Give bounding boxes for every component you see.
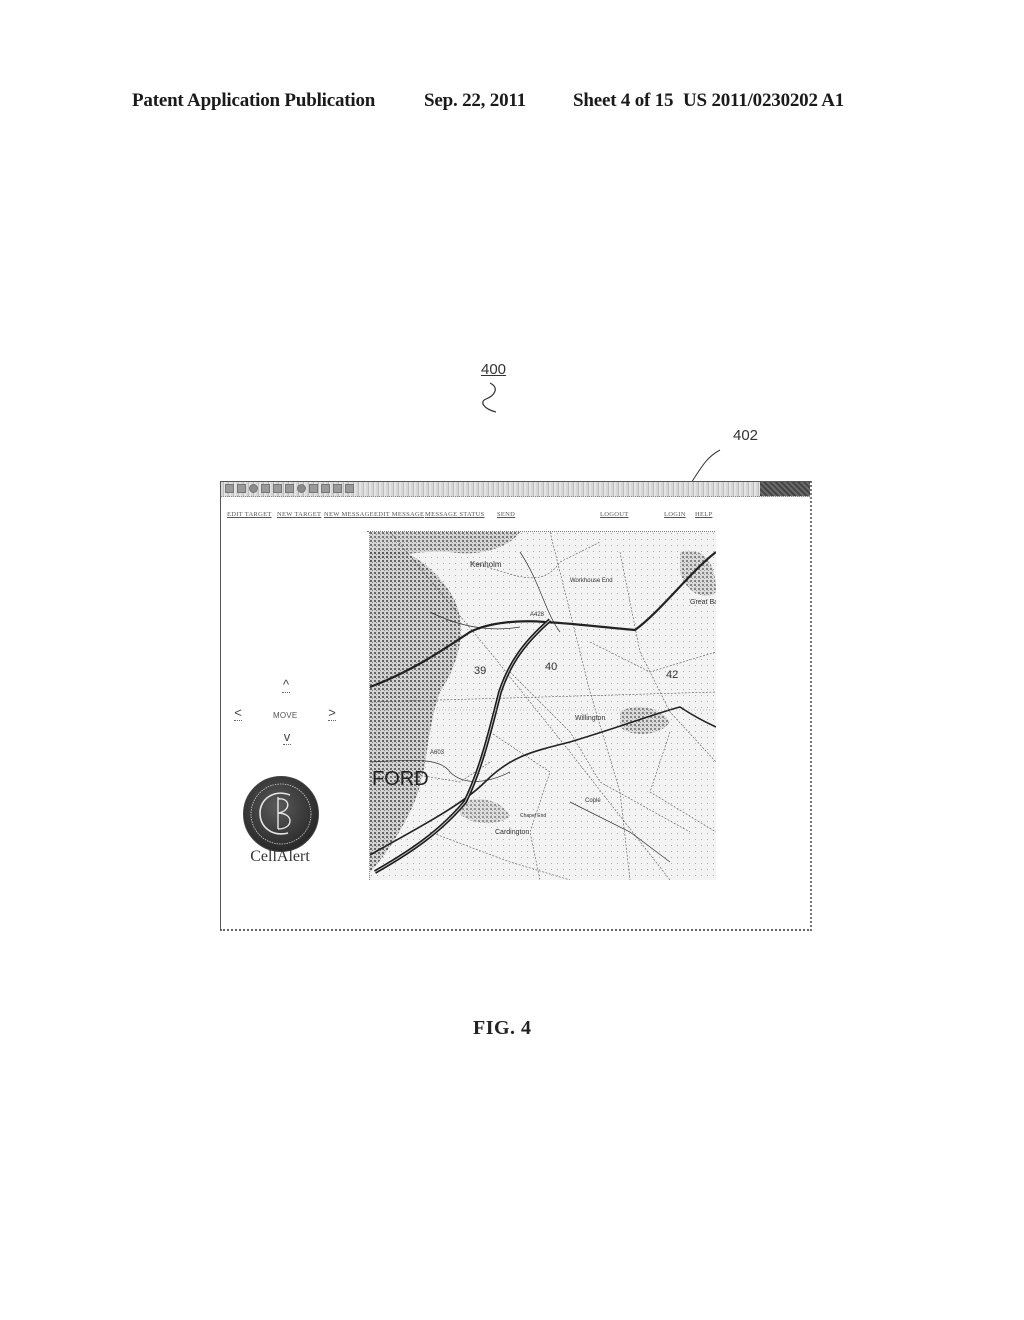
nav-edit-target[interactable]: EDIT TARGET — [227, 511, 272, 518]
toolbar-icons — [225, 484, 354, 493]
map-label: 42 — [666, 669, 678, 681]
home-icon[interactable] — [273, 484, 282, 493]
map-label: Chapel End — [520, 813, 546, 819]
arrow-up-icon: ^ — [282, 677, 290, 692]
stop-icon[interactable] — [249, 484, 258, 493]
map-label: Cardington — [495, 829, 529, 836]
patent-number: US 2011/0230202 A1 — [683, 90, 845, 111]
favorites-icon[interactable] — [297, 484, 306, 493]
map-label: Great Barford — [690, 599, 716, 606]
move-controls: ^ < MOVE > v — [227, 677, 347, 757]
map-label: 39 — [474, 665, 486, 677]
nav-message-status[interactable]: MESSAGE STATUS — [425, 511, 484, 518]
map-label: A603 — [430, 750, 445, 756]
browser-toolbar — [221, 482, 810, 497]
address-go-area — [760, 482, 810, 496]
move-label: MOVE — [273, 711, 298, 720]
map-label: A428 — [530, 612, 545, 618]
map-label: 40 — [545, 661, 557, 673]
mail-icon[interactable] — [321, 484, 330, 493]
map-canvas[interactable]: Kenholm Workhouse End 39 40 42 FORD Will… — [370, 532, 716, 880]
nav-login[interactable]: LOGIN — [664, 511, 686, 518]
map-label: FORD — [372, 768, 429, 790]
print-icon[interactable] — [333, 484, 342, 493]
refresh-icon[interactable] — [261, 484, 270, 493]
sheet-number: Sheet 4 of 15 — [573, 90, 674, 111]
move-right-button[interactable]: > — [328, 705, 336, 721]
edit-icon[interactable] — [345, 484, 354, 493]
app-window: EDIT TARGET NEW TARGET NEW MESSAGE EDIT … — [220, 481, 812, 931]
reference-numeral-402: 402 — [733, 427, 759, 444]
move-up-button[interactable]: ^ — [282, 677, 290, 693]
move-left-button[interactable]: < — [234, 705, 242, 721]
search-icon[interactable] — [285, 484, 294, 493]
logo-monogram — [250, 783, 312, 845]
cellalert-logo-icon — [243, 776, 319, 852]
forward-icon[interactable] — [237, 484, 246, 493]
publication-date: Sep. 22, 2011 — [424, 90, 526, 111]
arrow-right-icon: > — [328, 705, 336, 720]
map-label: Willington — [575, 715, 605, 722]
map-label: Kenholm — [470, 560, 502, 569]
map-label: Cople — [585, 798, 601, 804]
figure-caption: FIG. 4 — [473, 1017, 532, 1039]
nav-edit-message[interactable]: EDIT MESSAGE — [374, 511, 424, 518]
nav-send[interactable]: SEND — [497, 511, 515, 518]
reference-numeral-400: 400 — [481, 361, 507, 378]
arrow-left-icon: < — [234, 705, 242, 720]
publication-title: Patent Application Publication — [132, 90, 376, 111]
map-label: Workhouse End — [570, 578, 613, 584]
squiggle-400 — [482, 382, 497, 413]
move-down-button[interactable]: v — [283, 729, 291, 745]
history-icon[interactable] — [309, 484, 318, 493]
back-icon[interactable] — [225, 484, 234, 493]
nav-logout[interactable]: LOGOUT — [600, 511, 629, 518]
app-nav: EDIT TARGET NEW TARGET NEW MESSAGE EDIT … — [227, 511, 810, 523]
nav-new-target[interactable]: NEW TARGET — [277, 511, 321, 518]
arrow-down-icon: v — [283, 729, 291, 744]
nav-help[interactable]: HELP — [695, 511, 712, 518]
map-view[interactable]: Kenholm Workhouse End 39 40 42 FORD Will… — [369, 532, 716, 880]
logo-text: CellAlert — [250, 848, 310, 865]
nav-new-message[interactable]: NEW MESSAGE — [324, 511, 374, 518]
